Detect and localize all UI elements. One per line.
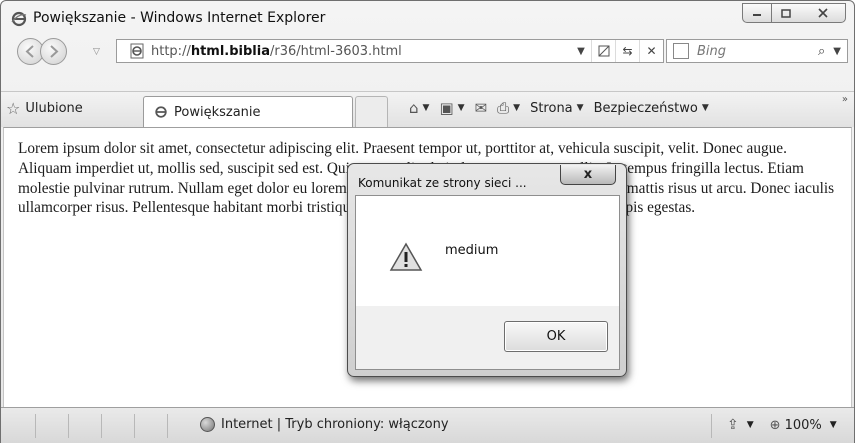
read-mail-button[interactable]: ✉ <box>475 99 488 117</box>
history-dropdown-icon[interactable]: ▽ <box>93 47 100 57</box>
print-button[interactable]: ⎙ ▼ <box>497 99 520 117</box>
status-divider <box>134 414 135 438</box>
dialog-title: Komunikat ze strony sieci ... <box>358 176 527 190</box>
feeds-button[interactable]: ▣ ▼ <box>439 99 464 117</box>
globe-icon <box>200 417 215 432</box>
title-bar: Powiększanie - Windows Internet Explorer <box>1 1 854 35</box>
tab-active[interactable]: Powiększanie <box>143 96 353 127</box>
home-button[interactable]: ⌂ ▼ <box>409 99 429 117</box>
printer-icon: ⎙ <box>497 99 510 117</box>
page-menu-label: Strona <box>530 100 573 116</box>
zoom-dropdown-icon[interactable]: ▼ <box>830 420 837 430</box>
stop-icon[interactable]: ✕ <box>639 40 663 62</box>
chevron-down-icon: ▼ <box>576 103 584 113</box>
address-dropdown-icon[interactable]: ▼ <box>571 40 591 62</box>
new-tab-button[interactable] <box>355 96 388 127</box>
url-text[interactable]: http://html.biblia/r36/html-3603.html <box>151 44 571 59</box>
compatibility-view-icon[interactable] <box>591 40 615 62</box>
search-input[interactable]: Bing <box>697 44 818 59</box>
command-bar: ⌂ ▼ ▣ ▼ ✉ ⎙ ▼ Strona ▼ Bezpieczeństwo ▼ <box>409 95 719 121</box>
zoom-icon: ⊕ <box>769 417 781 433</box>
forward-button[interactable] <box>40 38 67 65</box>
chevron-down-icon: ▼ <box>457 103 465 113</box>
status-divider <box>35 414 36 438</box>
alert-dialog: Komunikat ze strony sieci ... x medium O… <box>347 163 627 377</box>
window-title: Powiększanie - Windows Internet Explorer <box>33 10 326 26</box>
chevron-down-icon[interactable]: ▼ <box>747 420 754 430</box>
ok-button[interactable]: OK <box>504 321 608 352</box>
favorites-bar: ☆ Ulubione Powiększanie ⌂ ▼ ▣ ▼ ✉ ⎙ ▼ St… <box>1 91 854 127</box>
status-divider <box>101 414 102 438</box>
page-icon <box>130 43 144 59</box>
maximize-button[interactable] <box>771 3 800 23</box>
safety-menu-label: Bezpieczeństwo <box>593 100 698 116</box>
close-icon <box>817 8 828 18</box>
favorites-button[interactable]: ☆ Ulubione <box>6 97 83 119</box>
close-window-button[interactable] <box>800 3 846 23</box>
safety-menu-button[interactable]: Bezpieczeństwo ▼ <box>594 101 709 116</box>
dialog-body: medium OK <box>355 195 620 370</box>
warning-icon <box>389 242 423 271</box>
search-icon[interactable]: ⌕ <box>818 44 825 59</box>
zoom-level[interactable]: 100% <box>785 418 822 433</box>
ie-logo-icon <box>11 11 27 27</box>
status-tools: ⇪ ▼ ⊕ 100% ▼ <box>727 417 849 433</box>
security-zone-label: Internet | Tryb chroniony: włączony <box>221 417 449 432</box>
home-icon: ⌂ <box>409 99 419 117</box>
status-divider <box>68 414 69 438</box>
browser-window: Powiększanie - Windows Internet Explorer… <box>0 0 855 443</box>
favorites-star-icon: ☆ <box>6 98 21 118</box>
favorites-label: Ulubione <box>25 100 83 116</box>
dialog-close-button[interactable]: x <box>560 165 616 185</box>
address-bar[interactable]: http://html.biblia/r36/html-3603.html ▼ … <box>116 39 664 63</box>
tab-label: Powiększanie <box>174 104 261 120</box>
status-divider <box>711 414 712 438</box>
minimize-button[interactable] <box>742 3 771 23</box>
status-bar: Internet | Tryb chroniony: włączony ⇪ ▼ … <box>1 407 854 443</box>
rss-feed-icon: ▣ <box>439 99 454 117</box>
search-box[interactable]: Bing ⌕ ▼ <box>666 39 848 63</box>
chevron-down-icon: ▼ <box>513 103 521 113</box>
bing-icon <box>673 43 689 59</box>
refresh-icon[interactable]: ⇆ <box>615 40 639 62</box>
search-dropdown-icon[interactable]: ▼ <box>833 46 841 57</box>
dialog-message: medium <box>445 243 499 258</box>
window-controls <box>742 3 846 23</box>
mail-icon: ✉ <box>474 99 488 117</box>
close-icon: x <box>583 167 593 182</box>
status-divider <box>167 414 168 438</box>
page-menu-button[interactable]: Strona ▼ <box>530 101 584 116</box>
forward-arrow-icon <box>50 45 59 58</box>
minimize-icon <box>753 14 761 16</box>
chevron-down-icon: ▼ <box>701 103 709 113</box>
maximize-icon <box>781 8 791 18</box>
more-tools-chevron-icon[interactable]: » <box>842 94 848 105</box>
tab-page-icon <box>155 106 167 118</box>
navigation-bar: ▽ http://html.biblia/r36/html-3603.html … <box>1 35 854 71</box>
security-zone[interactable]: Internet | Tryb chroniony: włączony <box>200 417 449 432</box>
protected-mode-icon[interactable]: ⇪ <box>727 417 739 433</box>
address-tools: ▼ ⇆ ✕ <box>571 40 663 62</box>
dialog-message-area: medium <box>356 196 619 306</box>
chevron-down-icon: ▼ <box>422 103 430 113</box>
